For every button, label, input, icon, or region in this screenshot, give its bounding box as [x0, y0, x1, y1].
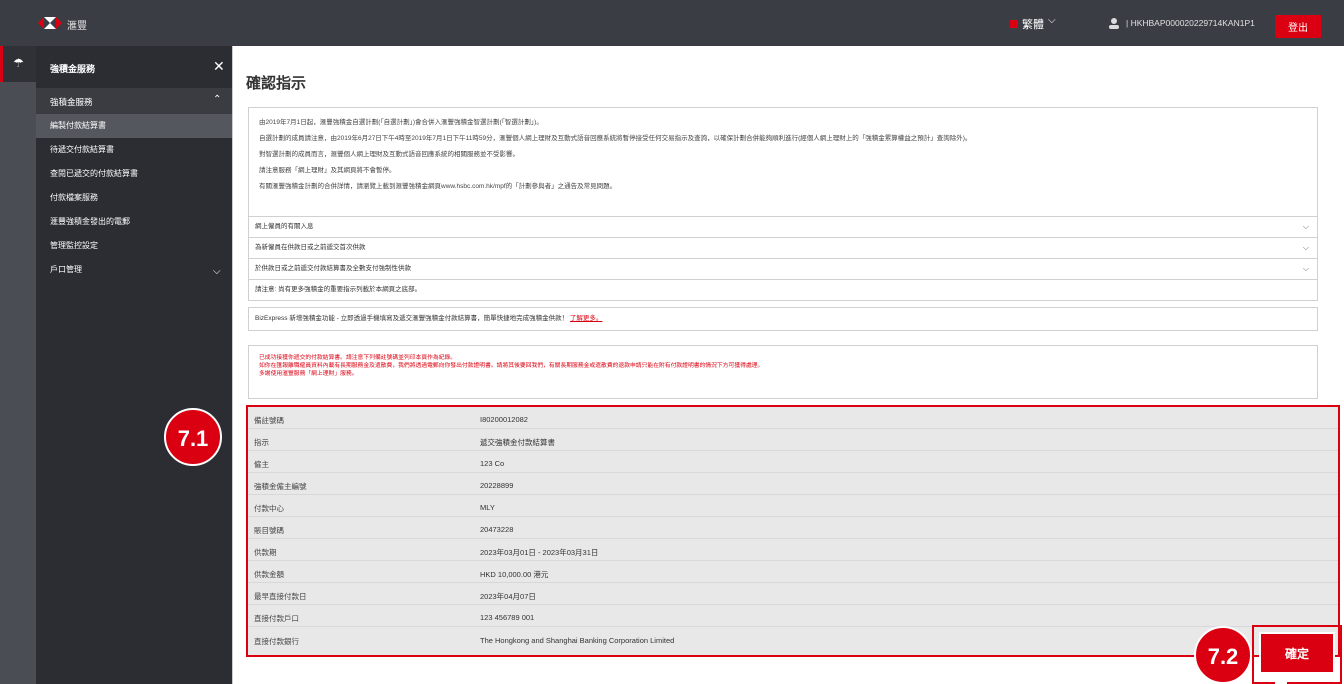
detail-label: 指示: [254, 438, 269, 447]
detail-row: [248, 452, 1338, 473]
detail-label: 付款中心: [254, 504, 284, 513]
confirm-button[interactable]: 確定: [1259, 632, 1335, 674]
page-title: 確認指示: [246, 75, 307, 92]
ack-line: 已成功接獲你遞交的付款結算書。請注意下列備註號碼並列印本頁作為紀錄。: [259, 355, 457, 361]
detail-row: [248, 496, 1338, 517]
learn-more-link[interactable]: 了解更多。: [570, 315, 603, 322]
detail-label: 供款期: [254, 548, 277, 557]
detail-value: 20228899: [480, 481, 514, 490]
detail-row: [248, 408, 1338, 429]
left-rail: [0, 46, 36, 684]
notice-line: 請注意服務「網上理財」及其網頁將不會暫停。: [259, 167, 396, 174]
bizexpress-banner: BizExpress 新增強積金功能 - 立即透過手機填寫及遞交滙豐強積金付款結…: [248, 307, 1318, 331]
logout-button[interactable]: 登出: [1275, 15, 1321, 38]
detail-row: [248, 518, 1338, 539]
user-icon: [1109, 18, 1119, 29]
detail-value: MLY: [480, 503, 495, 512]
annotation-badge: 7.1: [164, 408, 222, 466]
acknowledgement-box: 已成功接獲你遞交的付款結算書。請注意下列備註號碼並列印本頁作為紀錄。 如你在匯報…: [248, 345, 1318, 399]
notice-line: 有關滙豐強積金計劃的合併詳情，請瀏覽上載到滙豐強積金網頁www.hsbc.com…: [259, 183, 617, 190]
cursor-pointer-icon: [1275, 672, 1287, 684]
detail-label: 僱主: [254, 460, 269, 469]
sidebar-item-file-service[interactable]: 付款檔案服務: [36, 186, 232, 210]
close-icon[interactable]: ✕: [213, 58, 225, 75]
detail-label: 備註號碼: [254, 416, 284, 425]
detail-row: [248, 584, 1338, 605]
ack-line: 多謝使用滙豐服務「網上理財」服務。: [259, 371, 358, 377]
notice-line: 自選計劃的成員請注意，由2019年6月27日下午4時至2019年7月1日下午11…: [259, 135, 972, 142]
detail-value: 遞交強積金付款結算書: [480, 438, 555, 447]
bizexpress-text: BizExpress 新增強積金功能 - 立即透過手機填寫及遞交滙豐強積金付款結…: [255, 315, 569, 322]
accordion-label: 為新僱員在供款日或之前遞交首次供款: [255, 244, 366, 251]
hsbc-logo: [38, 17, 62, 29]
ack-line: 如你在匯報離職僱員資料內載有長期服務金及遣散費，我們將透過電郵向你發出付款證明書…: [259, 363, 764, 369]
sidebar-item-prepare[interactable]: 編製付款結算書: [36, 114, 232, 138]
accordion-label: 網上僱員的有關入息: [255, 223, 314, 230]
detail-label: 直接付款戶口: [254, 614, 299, 623]
sidebar-item-submitted[interactable]: 查閱已遞交的付款結算書: [36, 162, 232, 186]
chevron-down-icon: ⌵: [1302, 264, 1309, 273]
sidebar-section-label: 強積金服務: [50, 97, 93, 107]
chevron-down-icon[interactable]: ⌵: [1048, 15, 1056, 26]
chevron-down-icon: ⌵: [1302, 222, 1309, 231]
important-note: 請注意: 尚有更多強積金的重要指示列載於本網頁之底部。: [248, 280, 1318, 301]
accordion-item[interactable]: 於供款日或之前遞交付款結算書及全數支付強制性供款 ⌵: [248, 259, 1318, 280]
note-text: 請注意: 尚有更多強積金的重要指示列載於本網頁之底部。: [255, 286, 422, 293]
chevron-up-icon[interactable]: ⌃: [213, 94, 221, 105]
notice-box: 由2019年7月1日起，滙豐強積金自選計劃(「自選計劃」)會合併入滙豐強積金智選…: [248, 107, 1318, 217]
sidebar-item-controls[interactable]: 管理監控設定: [36, 234, 232, 258]
language-selector[interactable]: 繁體: [1022, 16, 1044, 32]
detail-row: [248, 628, 1338, 649]
detail-value: 123 Co: [480, 459, 505, 468]
umbrella-icon: ☂: [13, 56, 24, 70]
detail-label: 最早直接付款日: [254, 592, 307, 601]
detail-label: 直接付款銀行: [254, 637, 299, 646]
accordion-item[interactable]: 為新僱員在供款日或之前遞交首次供款 ⌵: [248, 238, 1318, 259]
detail-row: [248, 562, 1338, 583]
sidebar-item-pending[interactable]: 待遞交付款結算書: [36, 138, 232, 162]
sidebar-item-account[interactable]: 戶口管理: [36, 258, 232, 282]
accordion-label: 於供款日或之前遞交付款結算書及全數支付強制性供款: [255, 265, 411, 272]
detail-label: 強積金僱主編號: [254, 482, 307, 491]
detail-value: HKD 10,000.00 港元: [480, 570, 549, 579]
detail-value: The Hongkong and Shanghai Banking Corpor…: [480, 636, 675, 645]
user-id: | HKHBAP000020229714KAN1P1: [1126, 18, 1255, 28]
detail-row: [248, 606, 1338, 627]
detail-row: [248, 474, 1338, 495]
language-flag-icon: [1010, 20, 1018, 28]
sidebar-title: 強積金服務: [50, 64, 96, 74]
detail-label: 賬目號碼: [254, 526, 284, 535]
chevron-down-icon: ⌵: [1302, 243, 1309, 252]
notice-line: 對智選計劃的成員而言，滙豐個人網上理財及互動式語音回應系統的相關服務並不受影響。: [259, 151, 519, 158]
sidebar-item-emails[interactable]: 滙豐強積金發出的電郵: [36, 210, 232, 234]
detail-row: [248, 430, 1338, 451]
accordion-item[interactable]: 網上僱員的有關入息 ⌵: [248, 217, 1318, 238]
annotation-badge: 7.2: [1194, 626, 1252, 684]
notice-line: 由2019年7月1日起，滙豐強積金自選計劃(「自選計劃」)會合併入滙豐強積金智選…: [259, 119, 543, 126]
detail-value: 20473228: [480, 525, 514, 534]
detail-value: I80200012082: [480, 415, 528, 424]
detail-value: 2023年04月07日: [480, 592, 536, 601]
brand-name: 滙豐: [67, 21, 87, 32]
detail-row: [248, 540, 1338, 561]
detail-value: 123 456789 001: [480, 613, 535, 622]
detail-value: 2023年03月01日 - 2023年03月31日: [480, 548, 599, 557]
chevron-down-icon[interactable]: ⌵: [213, 266, 221, 277]
detail-label: 供款金額: [254, 570, 284, 579]
